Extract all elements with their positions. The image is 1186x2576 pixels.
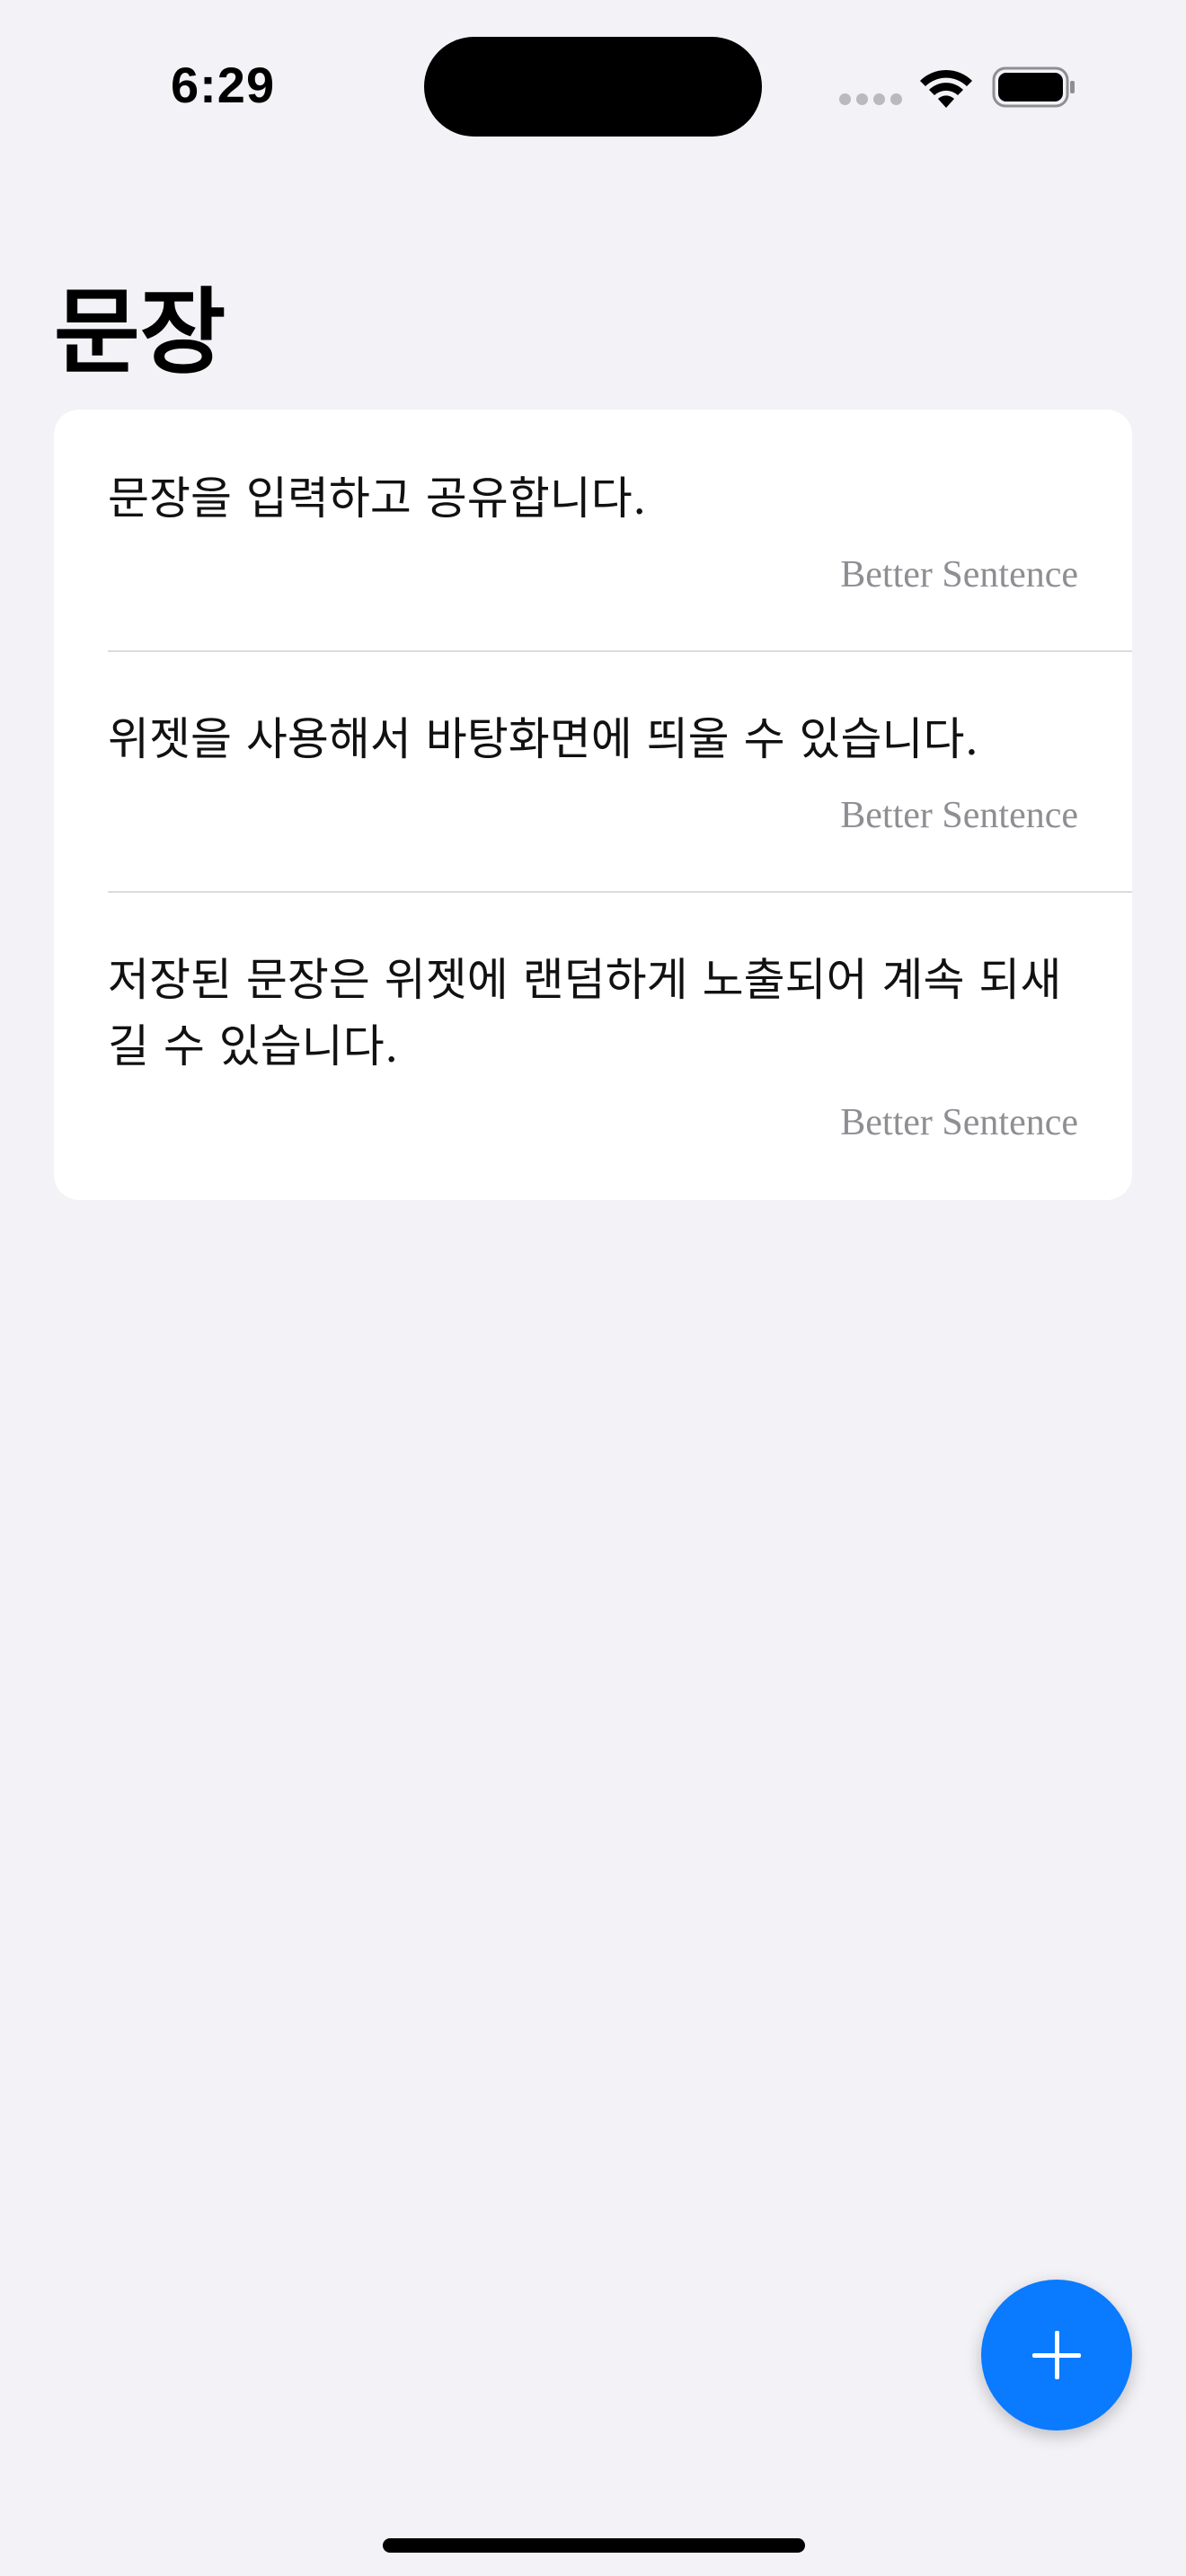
sentence-text: 위젯을 사용해서 바탕화면에 띄울 수 있습니다. [108, 713, 979, 765]
sentence-row[interactable]: 저장된 문장은 위젯에 랜덤하게 노출되어 계속 되새길 수 있습니다. Bet… [54, 893, 1132, 1200]
add-sentence-button[interactable] [981, 2280, 1132, 2430]
sentence-source: Better Sentence [840, 1102, 1078, 1143]
battery-icon [992, 66, 1075, 108]
page-title: 문장 [54, 278, 226, 387]
sentence-text: 문장을 입력하고 공유합니다. [108, 472, 647, 525]
sentence-row[interactable]: 위젯을 사용해서 바탕화면에 띄울 수 있습니다. Better Sentenc… [54, 652, 1132, 891]
sentence-row[interactable]: 문장을 입력하고 공유합니다. Better Sentence [54, 410, 1132, 650]
sentence-text: 저장된 문장은 위젯에 랜덤하게 노출되어 계속 되새길 수 있습니다. [108, 954, 1062, 1072]
sentence-source: Better Sentence [840, 554, 1078, 595]
dynamic-island [424, 37, 762, 137]
sentence-list: 문장을 입력하고 공유합니다. Better Sentence 위젯을 사용해서… [54, 410, 1132, 1200]
home-indicator[interactable] [383, 2538, 805, 2553]
cellular-signal-icon [839, 93, 902, 106]
plus-icon [1032, 2331, 1081, 2379]
sentence-source: Better Sentence [840, 795, 1078, 836]
status-time: 6:29 [171, 57, 276, 113]
wifi-icon [920, 69, 972, 108]
